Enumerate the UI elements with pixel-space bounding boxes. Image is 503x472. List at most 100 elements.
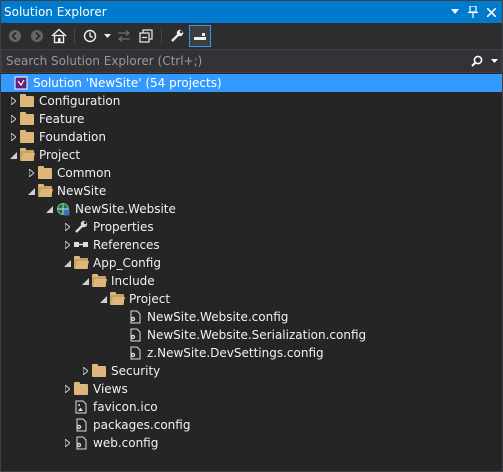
tree-item-project[interactable]: Project [1,146,502,164]
expand-arrow-icon[interactable] [25,167,37,179]
tree-item-label: NewSite [57,184,107,198]
folder-icon [19,93,35,109]
tree-item-label: NewSite.Website [75,202,176,216]
folder-icon [73,381,89,397]
tree-item-configuration[interactable]: Configuration [1,92,502,110]
tree-item-app-config[interactable]: App_Config [1,254,502,272]
expand-arrow-icon[interactable] [7,131,19,143]
collapse-arrow-icon[interactable] [25,185,37,197]
tree-item-references[interactable]: References [1,236,502,254]
preview-selected-items-icon[interactable] [189,25,211,47]
collapse-arrow-icon[interactable] [61,257,73,269]
folder-open-icon [37,183,53,199]
tree-item-label: Foundation [39,130,106,144]
solution-icon [13,75,29,91]
image-file-icon [73,399,89,415]
tree-item-label: Security [111,364,161,378]
search-bar [1,49,502,73]
search-options-dropdown-icon[interactable] [487,58,501,64]
search-input[interactable] [2,50,467,72]
window-position-dropdown-icon[interactable] [446,3,464,21]
web-project-icon [55,201,71,217]
collapse-all-icon[interactable] [136,26,156,46]
tree-item-config-file[interactable]: NewSite.Website.config [1,308,502,326]
search-icon[interactable] [467,55,487,67]
solution-tree: Solution 'NewSite' (54 projects) Configu… [1,74,502,452]
tree-item-label: NewSite.Website.config [147,310,289,324]
toolbar-separator [161,28,162,44]
tree-item-label: Properties [93,220,154,234]
tree-item-label: Project [39,148,81,162]
tree-item-newsite[interactable]: NewSite [1,182,502,200]
solution-explorer-window: Solution Explorer Search Solution Explor… [0,0,503,472]
tree-item-label: Common [57,166,112,180]
pending-changes-filter-icon[interactable] [80,26,100,46]
collapse-arrow-icon[interactable] [79,275,91,287]
back-icon[interactable] [5,26,25,46]
folder-open-icon [109,291,125,307]
folder-icon [19,111,35,127]
config-file-icon [127,345,143,361]
toolbar [1,23,502,49]
tree-item-label: Project [129,292,171,306]
config-file-icon [127,327,143,343]
title-bar-buttons [446,3,500,21]
tree-item-label: packages.config [93,418,191,432]
tree-item-label: Feature [39,112,85,126]
collapse-arrow-icon[interactable] [97,293,109,305]
expand-arrow-icon[interactable] [7,95,19,107]
tree-item-web-config[interactable]: web.config [1,434,502,452]
panel-title: Solution Explorer [4,5,107,19]
expand-arrow-icon[interactable] [7,113,19,125]
tree-item-feature[interactable]: Feature [1,110,502,128]
tree-item-properties[interactable]: Properties [1,218,502,236]
sync-with-active-document-icon[interactable] [114,26,134,46]
tree-item-foundation[interactable]: Foundation [1,128,502,146]
wrench-icon [73,219,89,235]
expand-arrow-icon[interactable] [61,221,73,233]
tree-item-website-project[interactable]: NewSite.Website [1,200,502,218]
tree-item-label: Configuration [39,94,121,108]
tree-item-label: App_Config [93,256,161,270]
home-icon[interactable] [49,26,69,46]
tree-item-solution[interactable]: Solution 'NewSite' (54 projects) [1,74,502,92]
tree-item-views[interactable]: Views [1,380,502,398]
tree-item-favicon[interactable]: favicon.ico [1,398,502,416]
expand-arrow-icon[interactable] [79,365,91,377]
tree-item-config-file[interactable]: z.NewSite.DevSettings.config [1,344,502,362]
config-file-icon [73,435,89,451]
folder-icon [37,165,53,181]
collapse-arrow-icon[interactable] [7,149,19,161]
tree-item-common[interactable]: Common [1,164,502,182]
tree-item-label: Include [111,274,155,288]
config-file-icon [73,417,89,433]
tree-item-include-project[interactable]: Project [1,290,502,308]
tree-item-label: z.NewSite.DevSettings.config [147,346,324,360]
toolbar-separator [74,28,75,44]
tree-item-label: Solution 'NewSite' (54 projects) [33,76,222,90]
expand-arrow-icon[interactable] [61,239,73,251]
collapse-arrow-icon[interactable] [43,203,55,215]
folder-open-icon [91,273,107,289]
tree-item-label: References [93,238,160,252]
forward-icon[interactable] [27,26,47,46]
tree-item-label: NewSite.Website.Serialization.config [147,328,367,342]
tree-item-security[interactable]: Security [1,362,502,380]
pin-icon[interactable] [464,3,482,21]
expand-arrow-icon[interactable] [61,437,73,449]
folder-open-icon [73,255,89,271]
tree-item-include[interactable]: Include [1,272,502,290]
tree-item-label: web.config [93,436,159,450]
folder-open-icon [19,147,35,163]
references-icon [73,237,89,253]
tree-item-packages-config[interactable]: packages.config [1,416,502,434]
tree-item-config-file[interactable]: NewSite.Website.Serialization.config [1,326,502,344]
properties-wrench-icon[interactable] [167,26,187,46]
close-icon[interactable] [482,3,500,21]
folder-icon [19,129,35,145]
filter-dropdown-icon[interactable] [102,26,112,46]
title-bar: Solution Explorer [1,1,502,23]
expand-arrow-icon[interactable] [61,383,73,395]
tree-item-label: favicon.ico [93,400,158,414]
config-file-icon [127,309,143,325]
